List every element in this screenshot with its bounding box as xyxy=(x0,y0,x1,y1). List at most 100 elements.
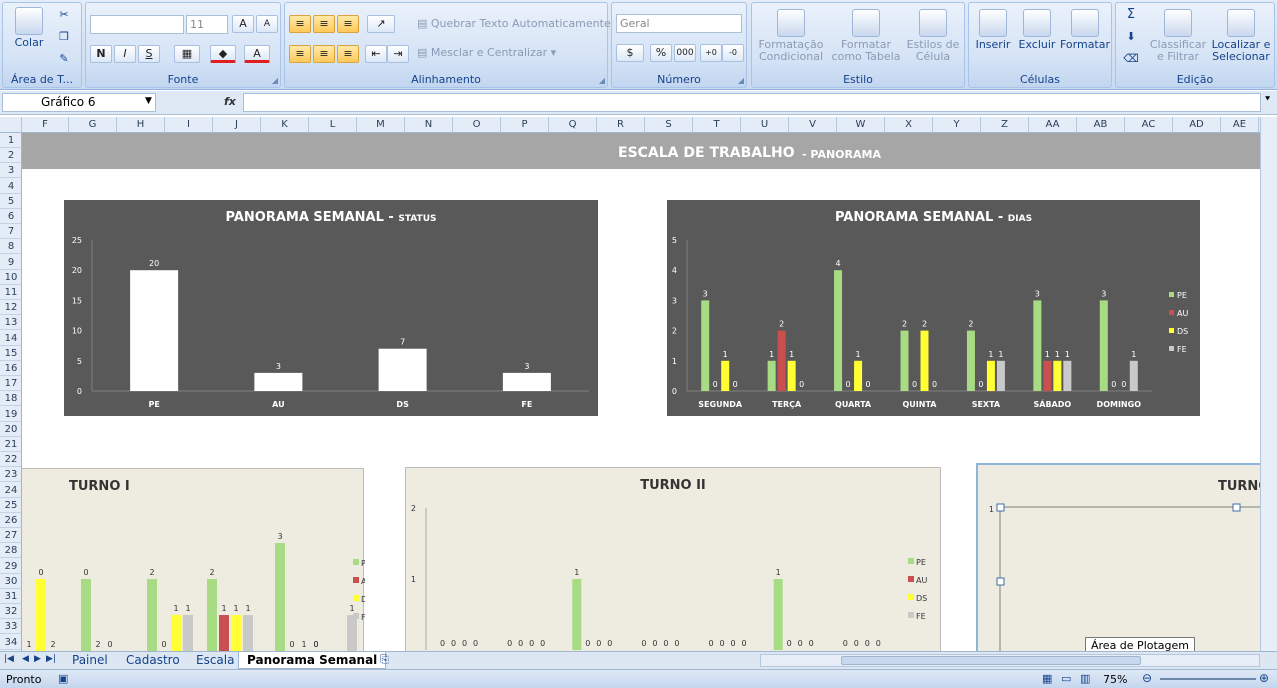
align-left-icon[interactable]: ≡ xyxy=(289,45,311,63)
column-header[interactable]: V xyxy=(789,117,837,133)
column-header[interactable]: U xyxy=(741,117,789,133)
font-color-icon[interactable]: A xyxy=(244,45,270,63)
row-header[interactable]: 11 xyxy=(0,285,21,300)
row-header[interactable]: 1 xyxy=(0,133,21,148)
column-header[interactable]: G xyxy=(69,117,117,133)
zoom-in-icon[interactable]: ⊕ xyxy=(1259,671,1269,685)
column-header[interactable]: T xyxy=(693,117,741,133)
align-top-icon[interactable]: ≡ xyxy=(289,15,311,33)
column-header[interactable]: L xyxy=(309,117,357,133)
column-header[interactable]: F xyxy=(22,117,69,133)
page-break-icon[interactable]: ▥ xyxy=(1080,672,1090,685)
alignment-launcher-icon[interactable]: ◢ xyxy=(599,76,605,85)
row-header[interactable]: 3 xyxy=(0,163,21,179)
fill-icon[interactable]: ⬇ xyxy=(1122,31,1140,43)
insert-sheet-icon[interactable]: ⎘ xyxy=(380,653,389,667)
currency-icon[interactable]: $ xyxy=(616,44,644,62)
paste-button[interactable]: Colar xyxy=(9,7,49,49)
column-header[interactable]: M xyxy=(357,117,405,133)
tab-escala[interactable]: Escala xyxy=(188,652,242,669)
find-select-button[interactable]: Localizar e Selecionar xyxy=(1208,9,1274,63)
italic-button[interactable]: I xyxy=(114,45,136,63)
row-header[interactable]: 19 xyxy=(0,407,21,422)
grow-font-icon[interactable]: A xyxy=(232,15,254,33)
zoom-out-icon[interactable]: ⊖ xyxy=(1142,671,1152,685)
format-table-button[interactable]: Formatar como Tabela xyxy=(828,9,904,63)
clear-icon[interactable]: ⌫ xyxy=(1122,53,1140,65)
underline-button[interactable]: S xyxy=(138,45,160,63)
last-sheet-icon[interactable]: ▶| xyxy=(46,654,56,664)
increase-decimal-icon[interactable]: +0 xyxy=(700,44,722,62)
row-header[interactable]: 28 xyxy=(0,543,21,559)
row-header[interactable]: 27 xyxy=(0,528,21,544)
row-header[interactable]: 22 xyxy=(0,452,21,468)
fill-color-icon[interactable]: ◆ xyxy=(210,45,236,63)
insert-button[interactable]: Inserir xyxy=(971,9,1015,51)
row-header[interactable]: 24 xyxy=(0,483,21,498)
row-header[interactable]: 5 xyxy=(0,194,21,209)
name-box-dropdown-icon[interactable]: ▼ xyxy=(145,96,152,106)
row-header[interactable]: 21 xyxy=(0,437,21,452)
number-format-combo[interactable]: Geral xyxy=(616,14,742,33)
row-header[interactable]: 16 xyxy=(0,361,21,376)
row-header[interactable]: 15 xyxy=(0,346,21,361)
zoom-slider[interactable] xyxy=(1160,678,1256,680)
row-header[interactable]: 6 xyxy=(0,209,21,224)
row-header[interactable]: 18 xyxy=(0,391,21,407)
column-header[interactable]: J xyxy=(213,117,261,133)
column-header[interactable]: N xyxy=(405,117,453,133)
row-header[interactable]: 7 xyxy=(0,224,21,240)
autosum-button[interactable]: Σ xyxy=(1122,8,1140,21)
sort-filter-button[interactable]: Classificar e Filtrar xyxy=(1146,9,1210,63)
row-header[interactable]: 17 xyxy=(0,376,21,392)
bold-button[interactable]: N xyxy=(90,45,112,63)
column-header[interactable]: AC xyxy=(1125,117,1173,133)
row-header[interactable]: 4 xyxy=(0,179,21,194)
column-header[interactable]: H xyxy=(117,117,165,133)
select-all-corner[interactable] xyxy=(0,117,22,133)
next-sheet-icon[interactable]: ▶ xyxy=(34,654,41,664)
thousands-button[interactable]: 000 xyxy=(674,44,696,62)
delete-button[interactable]: Excluir xyxy=(1015,9,1059,51)
column-header[interactable]: K xyxy=(261,117,309,133)
cell-styles-button[interactable]: Estilos de Célula xyxy=(904,9,962,63)
row-header[interactable]: 25 xyxy=(0,498,21,513)
column-header[interactable]: AE xyxy=(1221,117,1259,133)
increase-indent-icon[interactable]: ⇥ xyxy=(387,45,409,63)
row-header[interactable]: 34 xyxy=(0,635,21,650)
format-button[interactable]: Formatar xyxy=(1059,9,1111,51)
normal-view-icon[interactable]: ▦ xyxy=(1042,672,1052,685)
column-header[interactable]: O xyxy=(453,117,501,133)
row-header[interactable]: 2 xyxy=(0,148,21,164)
column-header[interactable]: I xyxy=(165,117,213,133)
conditional-format-button[interactable]: Formatação Condicional xyxy=(756,9,826,63)
row-header[interactable]: 14 xyxy=(0,331,21,346)
chart-turno-3[interactable]: TURNO 1 xyxy=(976,463,1260,651)
column-header[interactable]: Z xyxy=(981,117,1029,133)
row-header[interactable]: 20 xyxy=(0,422,21,437)
row-header[interactable]: 10 xyxy=(0,270,21,285)
horizontal-scroll-thumb[interactable] xyxy=(841,656,1141,665)
tab-painel[interactable]: Painel xyxy=(64,652,116,669)
macro-record-icon[interactable]: ▣ xyxy=(58,672,68,685)
font-size-combo[interactable]: 11 xyxy=(186,15,228,34)
column-header[interactable]: Q xyxy=(549,117,597,133)
tab-panorama-semanal[interactable]: Panorama Semanal xyxy=(238,652,387,669)
copy-icon[interactable]: ❐ xyxy=(55,31,73,43)
resize-handle[interactable] xyxy=(1232,503,1241,512)
row-header[interactable]: 9 xyxy=(0,255,21,270)
row-header[interactable]: 31 xyxy=(0,589,21,604)
chart-turno-2[interactable]: TURNO II 120000000010000000000010000000P… xyxy=(405,467,941,651)
font-launcher-icon[interactable]: ◢ xyxy=(272,76,278,85)
align-center-icon[interactable]: ≡ xyxy=(313,45,335,63)
column-header[interactable]: X xyxy=(885,117,933,133)
row-header[interactable]: 32 xyxy=(0,604,21,620)
column-header[interactable]: AB xyxy=(1077,117,1125,133)
number-launcher-icon[interactable]: ◢ xyxy=(738,76,744,85)
insert-function-icon[interactable]: fx xyxy=(224,95,236,108)
row-header[interactable]: 29 xyxy=(0,559,21,574)
horizontal-scrollbar[interactable] xyxy=(760,654,1260,667)
percent-button[interactable]: % xyxy=(650,44,672,62)
resize-handle[interactable] xyxy=(996,503,1005,512)
resize-handle[interactable] xyxy=(996,577,1005,586)
